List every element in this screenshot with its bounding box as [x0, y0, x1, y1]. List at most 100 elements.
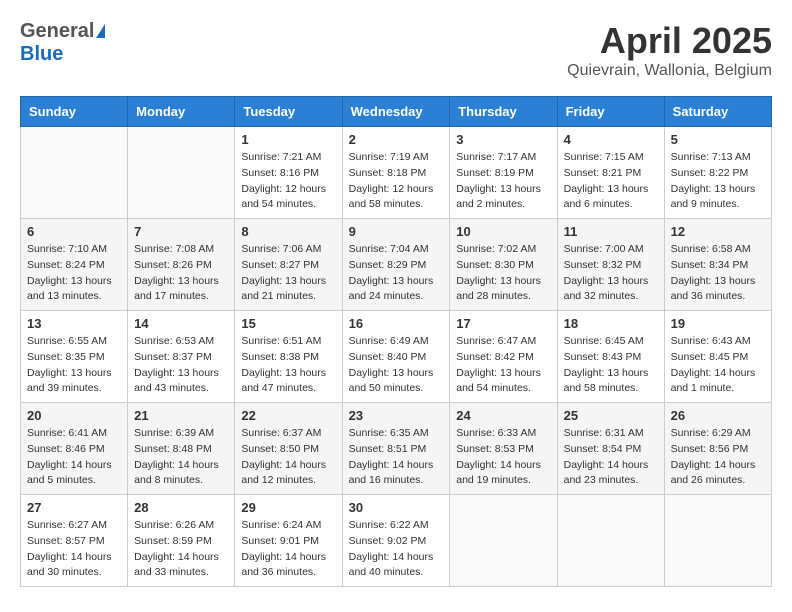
- calendar-cell: 21 Sunrise: 6:39 AM Sunset: 8:48 PM Dayli…: [128, 403, 235, 495]
- calendar-cell: 26 Sunrise: 6:29 AM Sunset: 8:56 PM Dayli…: [664, 403, 771, 495]
- day-info: Sunrise: 7:13 AM Sunset: 8:22 PM Dayligh…: [671, 150, 765, 213]
- calendar-table: SundayMondayTuesdayWednesdayThursdayFrid…: [20, 96, 772, 587]
- day-info: Sunrise: 7:15 AM Sunset: 8:21 PM Dayligh…: [564, 150, 658, 213]
- day-info: Sunrise: 6:47 AM Sunset: 8:42 PM Dayligh…: [456, 334, 550, 397]
- calendar-cell: 4 Sunrise: 7:15 AM Sunset: 8:21 PM Daylig…: [557, 127, 664, 219]
- day-number: 9: [349, 224, 444, 239]
- day-number: 15: [241, 316, 335, 331]
- day-info: Sunrise: 6:51 AM Sunset: 8:38 PM Dayligh…: [241, 334, 335, 397]
- calendar-cell: 17 Sunrise: 6:47 AM Sunset: 8:42 PM Dayli…: [450, 311, 557, 403]
- day-number: 4: [564, 132, 658, 147]
- calendar-day-header: Sunday: [21, 97, 128, 127]
- logo: General Blue: [20, 20, 105, 66]
- day-info: Sunrise: 6:58 AM Sunset: 8:34 PM Dayligh…: [671, 242, 765, 305]
- calendar-day-header: Thursday: [450, 97, 557, 127]
- calendar-cell: 11 Sunrise: 7:00 AM Sunset: 8:32 PM Dayli…: [557, 219, 664, 311]
- logo-triangle-icon: [96, 24, 105, 38]
- calendar-day-header: Monday: [128, 97, 235, 127]
- calendar-cell: 5 Sunrise: 7:13 AM Sunset: 8:22 PM Daylig…: [664, 127, 771, 219]
- day-info: Sunrise: 7:00 AM Sunset: 8:32 PM Dayligh…: [564, 242, 658, 305]
- day-info: Sunrise: 7:04 AM Sunset: 8:29 PM Dayligh…: [349, 242, 444, 305]
- location: Quievrain, Wallonia, Belgium: [567, 62, 772, 80]
- day-number: 11: [564, 224, 658, 239]
- day-number: 26: [671, 408, 765, 423]
- calendar-cell: 15 Sunrise: 6:51 AM Sunset: 8:38 PM Dayli…: [235, 311, 342, 403]
- calendar-cell: 6Sunrise: 7:10 AM Sunset: 8:24 PM Daylig…: [21, 219, 128, 311]
- day-info: Sunrise: 6:53 AM Sunset: 8:37 PM Dayligh…: [134, 334, 228, 397]
- day-number: 18: [564, 316, 658, 331]
- day-number: 25: [564, 408, 658, 423]
- calendar-cell: 20Sunrise: 6:41 AM Sunset: 8:46 PM Dayli…: [21, 403, 128, 495]
- day-number: 14: [134, 316, 228, 331]
- calendar-cell: 16 Sunrise: 6:49 AM Sunset: 8:40 PM Dayli…: [342, 311, 450, 403]
- calendar-cell: 13Sunrise: 6:55 AM Sunset: 8:35 PM Dayli…: [21, 311, 128, 403]
- logo-blue: Blue: [20, 43, 63, 65]
- day-number: 21: [134, 408, 228, 423]
- calendar-cell: [557, 495, 664, 587]
- day-info: Sunrise: 6:49 AM Sunset: 8:40 PM Dayligh…: [349, 334, 444, 397]
- page-header: General Blue April 2025 Quievrain, Wallo…: [20, 20, 772, 80]
- calendar-day-header: Saturday: [664, 97, 771, 127]
- calendar-cell: 2Sunrise: 7:19 AM Sunset: 8:18 PM Daylig…: [342, 127, 450, 219]
- day-info: Sunrise: 6:24 AM Sunset: 9:01 PM Dayligh…: [241, 518, 335, 581]
- day-number: 30: [349, 500, 444, 515]
- day-number: 28: [134, 500, 228, 515]
- calendar-cell: 27 Sunrise: 6:27 AM Sunset: 8:57 PM Dayli…: [21, 495, 128, 587]
- day-info: Sunrise: 6:22 AM Sunset: 9:02 PM Dayligh…: [349, 518, 444, 581]
- title-area: April 2025 Quievrain, Wallonia, Belgium: [567, 20, 772, 80]
- calendar-week-row: 1 Sunrise: 7:21 AM Sunset: 8:16 PM Daylig…: [21, 127, 772, 219]
- day-info: Sunrise: 6:37 AM Sunset: 8:50 PM Dayligh…: [241, 426, 335, 489]
- calendar-cell: 24Sunrise: 6:33 AM Sunset: 8:53 PM Dayli…: [450, 403, 557, 495]
- calendar-cell: 25 Sunrise: 6:31 AM Sunset: 8:54 PM Dayli…: [557, 403, 664, 495]
- day-number: 13: [27, 316, 121, 331]
- calendar-cell: 12 Sunrise: 6:58 AM Sunset: 8:34 PM Dayli…: [664, 219, 771, 311]
- day-number: 19: [671, 316, 765, 331]
- calendar-cell: 9 Sunrise: 7:04 AM Sunset: 8:29 PM Daylig…: [342, 219, 450, 311]
- day-info: Sunrise: 7:06 AM Sunset: 8:27 PM Dayligh…: [241, 242, 335, 305]
- day-info: Sunrise: 7:02 AM Sunset: 8:30 PM Dayligh…: [456, 242, 550, 305]
- day-info: Sunrise: 6:29 AM Sunset: 8:56 PM Dayligh…: [671, 426, 765, 489]
- calendar-week-row: 27 Sunrise: 6:27 AM Sunset: 8:57 PM Dayli…: [21, 495, 772, 587]
- day-info: Sunrise: 7:10 AM Sunset: 8:24 PM Dayligh…: [27, 242, 121, 305]
- calendar-week-row: 13Sunrise: 6:55 AM Sunset: 8:35 PM Dayli…: [21, 311, 772, 403]
- day-number: 1: [241, 132, 335, 147]
- day-number: 12: [671, 224, 765, 239]
- day-info: Sunrise: 6:35 AM Sunset: 8:51 PM Dayligh…: [349, 426, 444, 489]
- calendar-cell: 8Sunrise: 7:06 AM Sunset: 8:27 PM Daylig…: [235, 219, 342, 311]
- day-number: 3: [456, 132, 550, 147]
- calendar-week-row: 20Sunrise: 6:41 AM Sunset: 8:46 PM Dayli…: [21, 403, 772, 495]
- calendar-cell: 30 Sunrise: 6:22 AM Sunset: 9:02 PM Dayli…: [342, 495, 450, 587]
- calendar-day-header: Tuesday: [235, 97, 342, 127]
- calendar-cell: [21, 127, 128, 219]
- day-number: 22: [241, 408, 335, 423]
- day-info: Sunrise: 6:26 AM Sunset: 8:59 PM Dayligh…: [134, 518, 228, 581]
- day-info: Sunrise: 6:31 AM Sunset: 8:54 PM Dayligh…: [564, 426, 658, 489]
- calendar-cell: 29Sunrise: 6:24 AM Sunset: 9:01 PM Dayli…: [235, 495, 342, 587]
- calendar-cell: 19Sunrise: 6:43 AM Sunset: 8:45 PM Dayli…: [664, 311, 771, 403]
- day-info: Sunrise: 6:45 AM Sunset: 8:43 PM Dayligh…: [564, 334, 658, 397]
- day-info: Sunrise: 6:27 AM Sunset: 8:57 PM Dayligh…: [27, 518, 121, 581]
- calendar-day-header: Friday: [557, 97, 664, 127]
- month-title: April 2025: [567, 20, 772, 62]
- calendar-day-header: Wednesday: [342, 97, 450, 127]
- day-info: Sunrise: 6:33 AM Sunset: 8:53 PM Dayligh…: [456, 426, 550, 489]
- calendar-cell: 28 Sunrise: 6:26 AM Sunset: 8:59 PM Dayli…: [128, 495, 235, 587]
- day-info: Sunrise: 6:41 AM Sunset: 8:46 PM Dayligh…: [27, 426, 121, 489]
- day-number: 27: [27, 500, 121, 515]
- day-info: Sunrise: 7:21 AM Sunset: 8:16 PM Dayligh…: [241, 150, 335, 213]
- calendar-cell: 7 Sunrise: 7:08 AM Sunset: 8:26 PM Daylig…: [128, 219, 235, 311]
- day-number: 16: [349, 316, 444, 331]
- day-info: Sunrise: 7:08 AM Sunset: 8:26 PM Dayligh…: [134, 242, 228, 305]
- calendar-cell: [128, 127, 235, 219]
- day-info: Sunrise: 7:17 AM Sunset: 8:19 PM Dayligh…: [456, 150, 550, 213]
- calendar-header-row: SundayMondayTuesdayWednesdayThursdayFrid…: [21, 97, 772, 127]
- calendar-cell: 23Sunrise: 6:35 AM Sunset: 8:51 PM Dayli…: [342, 403, 450, 495]
- calendar-cell: 10Sunrise: 7:02 AM Sunset: 8:30 PM Dayli…: [450, 219, 557, 311]
- day-number: 7: [134, 224, 228, 239]
- day-number: 17: [456, 316, 550, 331]
- day-info: Sunrise: 6:39 AM Sunset: 8:48 PM Dayligh…: [134, 426, 228, 489]
- day-number: 5: [671, 132, 765, 147]
- calendar-cell: 14 Sunrise: 6:53 AM Sunset: 8:37 PM Dayli…: [128, 311, 235, 403]
- logo-general: General: [20, 20, 94, 43]
- day-info: Sunrise: 7:19 AM Sunset: 8:18 PM Dayligh…: [349, 150, 444, 213]
